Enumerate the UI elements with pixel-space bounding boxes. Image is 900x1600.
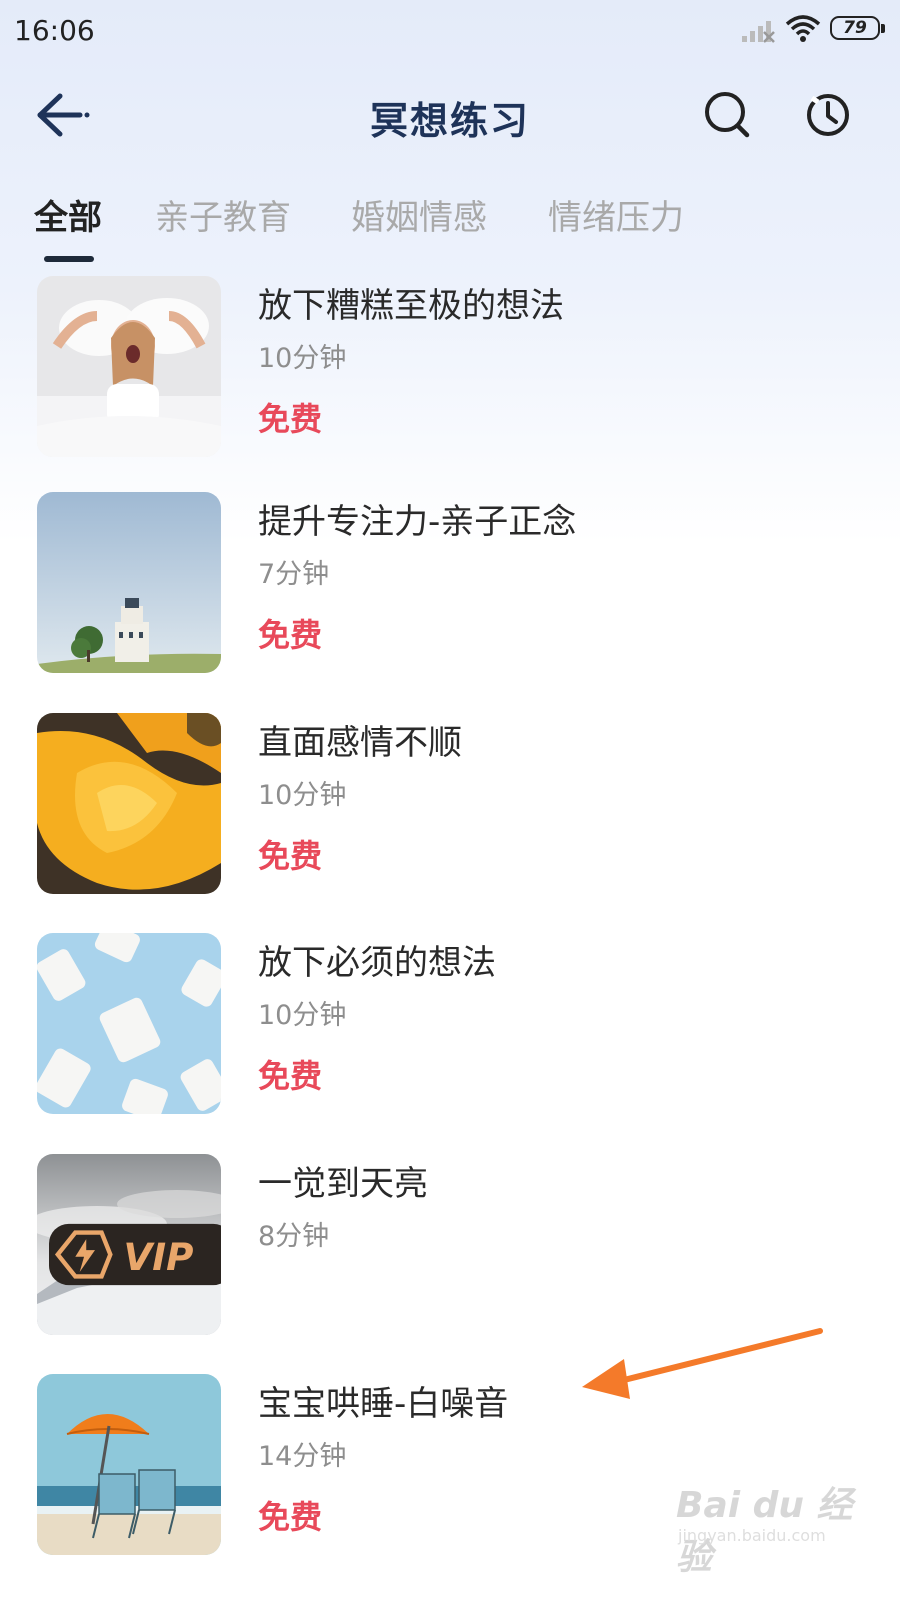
item-title: 一觉到天亮 [258, 1164, 428, 1204]
list-item[interactable]: 放下必须的想法 10分钟 免费 [0, 933, 900, 1119]
tab-all[interactable]: 全部 [34, 190, 102, 239]
watermark-url: jingyan.baidu.com [678, 1526, 826, 1545]
thumbnail-image [37, 1374, 221, 1555]
free-label: 免费 [258, 837, 323, 875]
list-item[interactable]: 放下糟糕至极的想法 10分钟 免费 [0, 276, 900, 462]
watermark: Bai du 经验 jingyan.baidu.com [676, 1476, 856, 1578]
free-label: 免费 [258, 1057, 323, 1095]
item-duration: 10分钟 [258, 343, 347, 374]
item-title: 宝宝哄睡-白噪音 [258, 1384, 509, 1424]
tab-indicator [44, 256, 94, 262]
list-item[interactable]: 直面感情不顺 10分钟 免费 [0, 713, 900, 899]
history-clock-icon[interactable] [802, 88, 854, 142]
wifi-icon [785, 15, 821, 42]
item-title: 直面感情不顺 [258, 723, 462, 763]
thumbnail-image [37, 276, 221, 457]
thumbnail-image: VIP [37, 1154, 221, 1335]
thumbnail-image [37, 713, 221, 894]
free-label: 免费 [258, 1498, 323, 1536]
svg-text:VIP: VIP [123, 1235, 193, 1279]
thumbnail-image [37, 492, 221, 673]
list-item[interactable]: 提升专注力-亲子正念 7分钟 免费 [0, 492, 900, 678]
list-item[interactable]: VIP 一觉到天亮 8分钟 [0, 1154, 900, 1340]
status-time: 16:06 [14, 14, 95, 47]
annotation-arrow-icon [582, 1328, 823, 1399]
free-label: 免费 [258, 616, 323, 654]
vip-badge: VIP [49, 1223, 221, 1286]
search-icon[interactable] [702, 88, 754, 142]
item-title: 提升专注力-亲子正念 [258, 502, 577, 542]
item-title: 放下糟糕至极的想法 [258, 286, 564, 326]
page-title: 冥想练习 [369, 99, 530, 143]
tab-stress[interactable]: 情绪压力 [548, 190, 684, 239]
item-duration: 14分钟 [258, 1441, 347, 1472]
tab-relationships[interactable]: 婚姻情感 [351, 190, 487, 239]
category-tabs: 全部 亲子教育 婚姻情感 情绪压力 [0, 190, 900, 270]
item-duration: 10分钟 [258, 1000, 347, 1031]
free-label: 免费 [258, 400, 323, 438]
header: 冥想练习 [0, 70, 900, 160]
battery-icon: 79 [830, 16, 886, 42]
item-duration: 8分钟 [258, 1221, 330, 1252]
thumbnail-image [37, 933, 221, 1114]
item-duration: 10分钟 [258, 780, 347, 811]
item-duration: 7分钟 [258, 559, 330, 590]
battery-level: 79 [830, 16, 880, 40]
signal-icon [742, 21, 775, 43]
item-title: 放下必须的想法 [258, 943, 496, 983]
tab-parenting[interactable]: 亲子教育 [155, 190, 291, 239]
status-bar: 16:06 79 [0, 0, 900, 62]
